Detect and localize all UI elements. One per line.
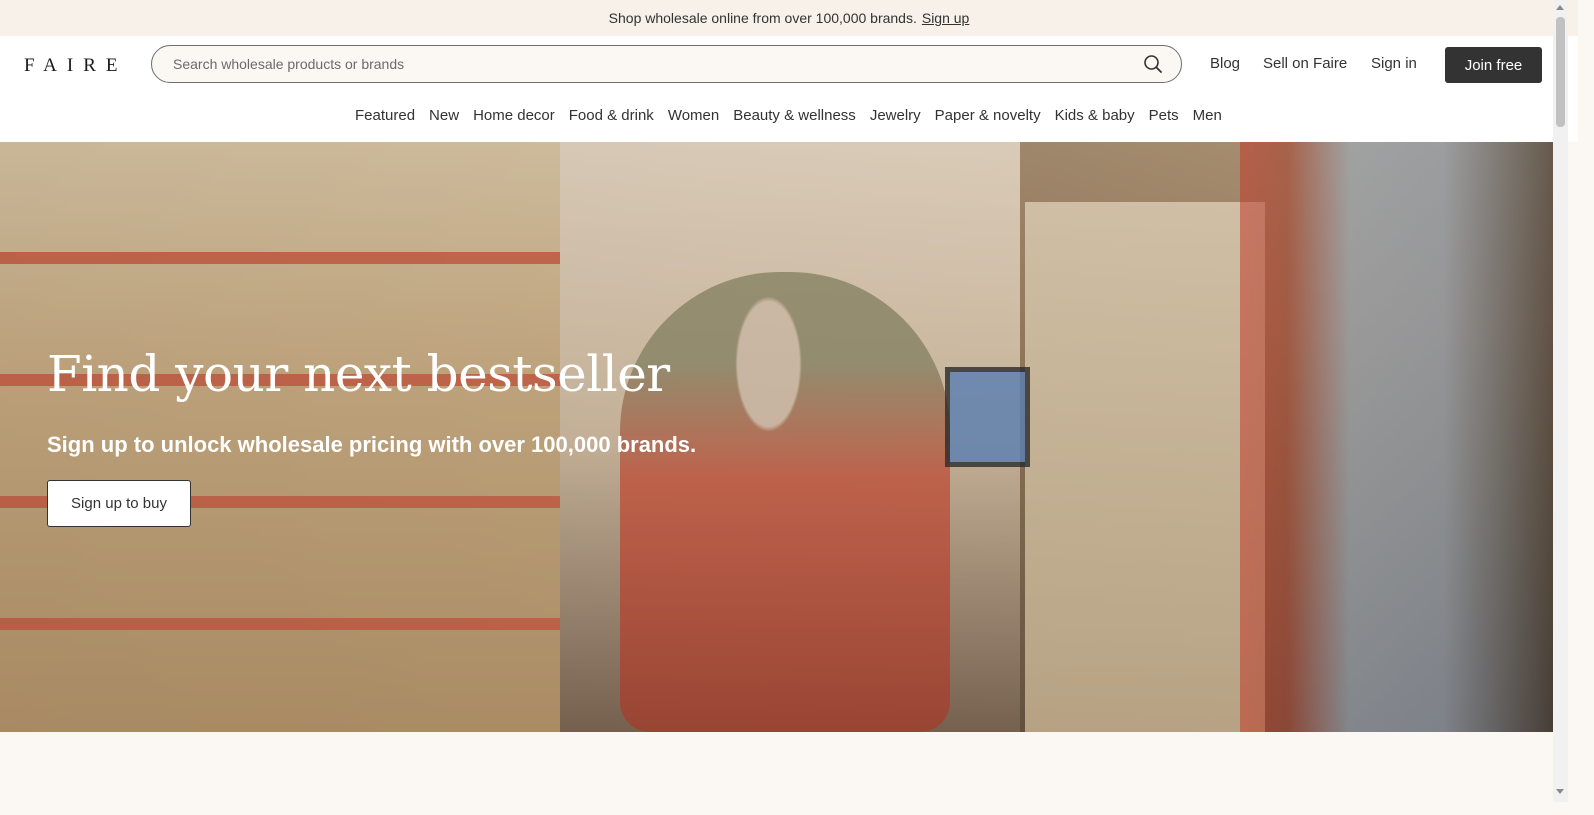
nav-item-pets[interactable]: Pets: [1149, 107, 1179, 124]
scroll-up-arrow-icon[interactable]: [1556, 5, 1564, 10]
promo-bar: Shop wholesale online from over 100,000 …: [0, 0, 1578, 36]
category-nav-list: Featured New Home decor Food & drink Wom…: [355, 107, 1222, 124]
nav-item-new[interactable]: New: [429, 107, 459, 124]
scrollbar-thumb[interactable]: [1556, 17, 1565, 127]
hero-image-counter: [1025, 202, 1265, 732]
nav-item-kids-baby[interactable]: Kids & baby: [1055, 107, 1135, 124]
hero-title: Find your next bestseller: [47, 345, 670, 403]
page: Shop wholesale online from over 100,000 …: [0, 0, 1578, 815]
nav-item-featured[interactable]: Featured: [355, 107, 415, 124]
search-input[interactable]: [171, 55, 1143, 73]
scroll-down-arrow-icon[interactable]: [1556, 789, 1564, 794]
site-header: FAIRE Blog Sell on Faire Sign in Join fr…: [0, 36, 1578, 142]
hero-subtitle: Sign up to unlock wholesale pricing with…: [47, 432, 697, 457]
nav-item-beauty-wellness[interactable]: Beauty & wellness: [733, 107, 856, 124]
nav-item-men[interactable]: Men: [1193, 107, 1222, 124]
sell-on-faire-link[interactable]: Sell on Faire: [1263, 55, 1347, 72]
search-icon[interactable]: [1143, 54, 1163, 74]
nav-item-paper-novelty[interactable]: Paper & novelty: [935, 107, 1041, 124]
blog-link[interactable]: Blog: [1210, 55, 1240, 72]
sign-up-to-buy-button[interactable]: Sign up to buy: [47, 480, 191, 527]
page-scrollbar[interactable]: [1553, 0, 1568, 802]
hero-image-shopkeeper: [620, 272, 950, 732]
hero-banner: Find your next bestseller Sign up to unl…: [0, 142, 1553, 732]
join-free-button[interactable]: Join free: [1445, 47, 1542, 83]
promo-text: Shop wholesale online from over 100,000 …: [608, 10, 917, 26]
nav-item-women[interactable]: Women: [668, 107, 719, 124]
nav-item-home-decor[interactable]: Home decor: [473, 107, 555, 124]
search-bar[interactable]: [151, 45, 1182, 83]
hero-image-monitor: [945, 367, 1030, 467]
hero-image-customer: [1240, 142, 1553, 732]
promo-signup-link[interactable]: Sign up: [922, 10, 969, 26]
nav-item-food-drink[interactable]: Food & drink: [569, 107, 654, 124]
nav-item-jewelry[interactable]: Jewelry: [870, 107, 921, 124]
sign-in-link[interactable]: Sign in: [1371, 55, 1417, 72]
faire-logo[interactable]: FAIRE: [24, 55, 127, 77]
